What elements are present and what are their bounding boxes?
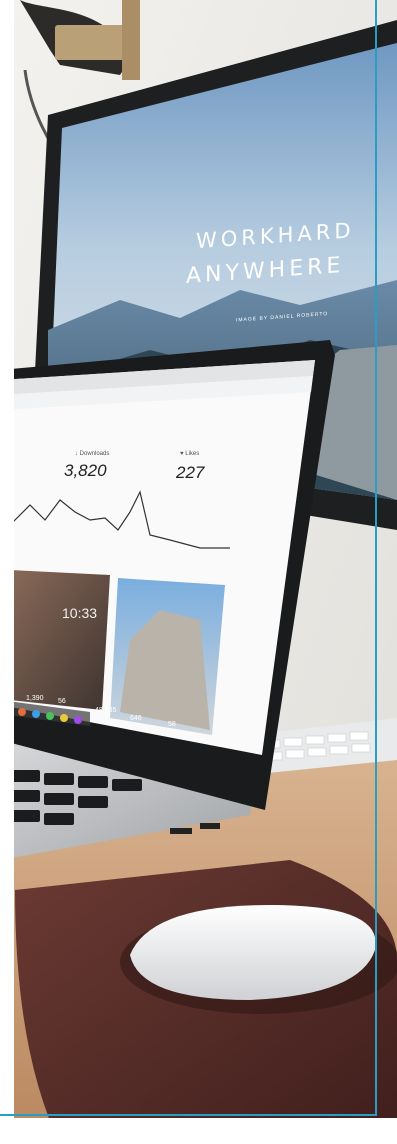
- accent-line-vertical: [375, 0, 377, 1116]
- stat-3: 48,535: [95, 707, 117, 714]
- accent-line-horizontal: [0, 1114, 377, 1116]
- stat-4: 646: [130, 715, 142, 722]
- bottom-margin: [0, 1118, 397, 1144]
- workspace-photo: WORKHARD ANYWHERE IMAGE BY DANIEL ROBERT…: [0, 0, 397, 1144]
- left-margin: [0, 0, 14, 1144]
- downloads-label: ↓ Downloads: [75, 451, 109, 457]
- stat-1: 1,390: [26, 695, 44, 702]
- photo-frame: WORKHARD ANYWHERE IMAGE BY DANIEL ROBERT…: [0, 0, 397, 1144]
- likes-label: ♥ Likes: [180, 451, 199, 457]
- downloads-value: 3,820: [64, 461, 107, 480]
- stat-2: 56: [58, 698, 66, 705]
- likes-value: 227: [175, 463, 205, 482]
- stat-5: 58: [168, 721, 176, 728]
- time-tile: 10:33: [62, 605, 97, 621]
